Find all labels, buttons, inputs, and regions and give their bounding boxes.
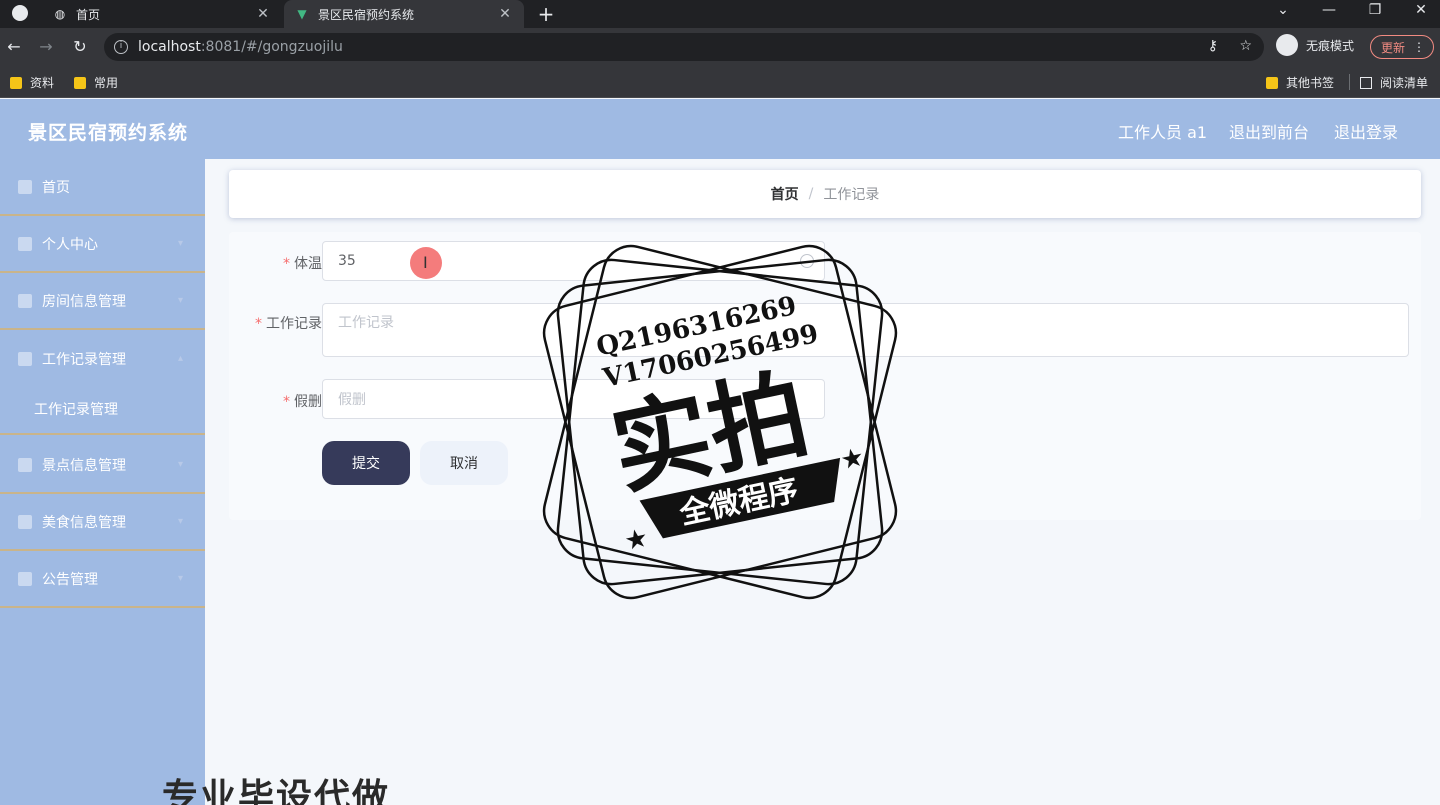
globe-icon[interactable] <box>12 5 28 21</box>
breadcrumb-home[interactable]: 首页 <box>771 184 799 204</box>
sidebar-subitem-work-records[interactable]: 工作记录管理 <box>0 385 205 435</box>
url-host: localhost <box>138 39 201 55</box>
address-bar: ← → ↻ i localhost :8081/#/gongzuojilu ⚷ … <box>0 28 1440 66</box>
info-icon[interactable]: i <box>114 40 128 54</box>
reading-list-icon <box>1360 76 1372 89</box>
tab-label: 首页 <box>76 7 101 22</box>
bookmark-label: 阅读清单 <box>1380 76 1429 90</box>
incognito-indicator[interactable]: 无痕模式 <box>1276 34 1354 56</box>
forward-icon[interactable]: → <box>36 37 56 57</box>
close-icon[interactable]: ✕ <box>254 6 272 22</box>
sidebar-item-profile[interactable]: 个人中心 ▾ <box>0 216 205 273</box>
cancel-button[interactable]: 取消 <box>420 441 508 485</box>
new-tab-icon[interactable]: + <box>534 2 558 26</box>
grid-icon <box>18 457 32 472</box>
update-label: 更新 <box>1381 40 1406 55</box>
browser-tab-bar: ◍ 首页 ✕ ▼ 景区民宿预约系统 ✕ + ⌄ — ❐ ✕ <box>0 0 1440 28</box>
folder-icon <box>10 76 22 89</box>
incognito-icon <box>1276 34 1298 56</box>
chevron-up-icon: ▴ <box>177 353 183 364</box>
sidebar-item-label: 景点信息管理 <box>42 457 126 474</box>
leave-placeholder: 假删 <box>338 392 366 408</box>
sidebar-item-label: 房间信息管理 <box>42 293 126 310</box>
bookmarks-bar: 资料 常用 其他书签 阅读清单 <box>0 66 1440 98</box>
sidebar-item-food[interactable]: 美食信息管理 ▾ <box>0 494 205 551</box>
folder-icon <box>1266 76 1278 89</box>
breadcrumb: 首页 / 工作记录 <box>229 170 1421 218</box>
leave-label: * 假删 <box>283 394 322 410</box>
bookmark-label: 常用 <box>94 76 119 90</box>
sidebar-item-label: 公告管理 <box>42 571 98 588</box>
watermark-stamp: Q2196316269 V17060256499 实拍 全微程序 ★ ★ <box>542 244 898 600</box>
sidebar-item-label: 美食信息管理 <box>42 514 126 531</box>
back-icon[interactable]: ← <box>4 37 24 57</box>
sidebar-item-label: 个人中心 <box>42 236 98 253</box>
sidebar-item-label: 工作记录管理 <box>42 351 126 368</box>
close-icon[interactable]: ✕ <box>496 6 514 22</box>
work-record-placeholder: 工作记录 <box>338 315 394 331</box>
room-icon <box>18 293 32 308</box>
star-icon: ★ <box>622 523 651 557</box>
sidebar-item-rooms[interactable]: 房间信息管理 ▾ <box>0 273 205 330</box>
user-icon <box>18 514 32 529</box>
restore-icon[interactable]: ❐ <box>1360 2 1390 18</box>
star-icon[interactable]: ☆ <box>1239 38 1252 54</box>
chevron-down-icon: ▾ <box>177 573 183 584</box>
minimize-icon[interactable]: — <box>1314 2 1344 18</box>
logout-link[interactable]: 退出登录 <box>1334 119 1398 143</box>
to-front-link[interactable]: 退出到前台 <box>1229 119 1309 143</box>
app-title: 景区民宿预约系统 <box>28 122 189 144</box>
star-icon: ★ <box>838 442 867 476</box>
sidebar-item-home[interactable]: 首页 <box>0 159 205 216</box>
bookmark-label: 资料 <box>30 76 55 90</box>
browser-tab-home[interactable]: ◍ 首页 ✕ <box>42 0 282 28</box>
temperature-value: 35 <box>338 253 356 269</box>
other-bookmarks[interactable]: 其他书签 <box>1266 74 1334 91</box>
breadcrumb-separator: / <box>808 186 814 202</box>
reload-icon[interactable]: ↻ <box>70 37 90 57</box>
browser-tab-active[interactable]: ▼ 景区民宿预约系统 ✕ <box>284 0 524 28</box>
incognito-label: 无痕模式 <box>1306 38 1355 53</box>
globe-icon: ◍ <box>54 7 66 21</box>
submit-button[interactable]: 提交 <box>322 441 410 485</box>
bookmark-label: 其他书签 <box>1286 76 1335 90</box>
more-icon[interactable]: ⋮ <box>1413 40 1425 54</box>
chevron-down-icon: ▾ <box>177 238 183 249</box>
user-icon <box>18 236 32 251</box>
url-path: :8081/#/gongzuojilu <box>200 39 343 55</box>
app-header: 景区民宿预约系统 工作人员 a1 退出到前台 退出登录 <box>0 99 1440 159</box>
tab-search-icon[interactable]: ⌄ <box>1268 2 1298 18</box>
divider <box>1349 74 1350 90</box>
breadcrumb-current: 工作记录 <box>823 187 880 203</box>
sidebar-item-label: 首页 <box>42 179 70 196</box>
work-record-label: * 工作记录 <box>255 316 322 332</box>
tab-label: 景区民宿预约系统 <box>318 7 415 22</box>
bookmark-folder[interactable]: 常用 <box>74 74 118 91</box>
sidebar-item-work-records[interactable]: 工作记录管理 ▴ <box>0 330 205 387</box>
url-input[interactable]: i localhost :8081/#/gongzuojilu ⚷ ☆ <box>104 33 1264 61</box>
sidebar: 首页 个人中心 ▾ 房间信息管理 ▾ 工作记录管理 ▴ 工作记录管理 景点信息管… <box>0 159 205 805</box>
temperature-label: * 体温 <box>283 256 322 272</box>
mouse-cursor-highlight <box>410 247 442 279</box>
folder-icon <box>74 76 86 89</box>
sidebar-item-notices[interactable]: 公告管理 ▾ <box>0 551 205 608</box>
reading-list[interactable]: 阅读清单 <box>1360 74 1428 91</box>
current-user: 工作人员 a1 <box>1118 123 1208 142</box>
sidebar-subitem-label: 工作记录管理 <box>34 402 118 418</box>
chevron-down-icon: ▾ <box>177 459 183 470</box>
chevron-down-icon: ▾ <box>177 295 183 306</box>
vue-logo-icon: ▼ <box>297 7 307 21</box>
bookmark-folder[interactable]: 资料 <box>10 74 54 91</box>
bottom-watermark-text: 专业毕设代做 <box>162 777 391 805</box>
record-icon <box>18 351 32 366</box>
window-close-icon[interactable]: ✕ <box>1406 2 1436 18</box>
chevron-down-icon: ▾ <box>177 516 183 527</box>
notice-icon <box>18 571 32 586</box>
home-icon <box>18 179 32 194</box>
update-button[interactable]: 更新 ⋮ <box>1370 35 1434 59</box>
sidebar-item-attractions[interactable]: 景点信息管理 ▾ <box>0 437 205 494</box>
key-icon[interactable]: ⚷ <box>1208 38 1218 54</box>
